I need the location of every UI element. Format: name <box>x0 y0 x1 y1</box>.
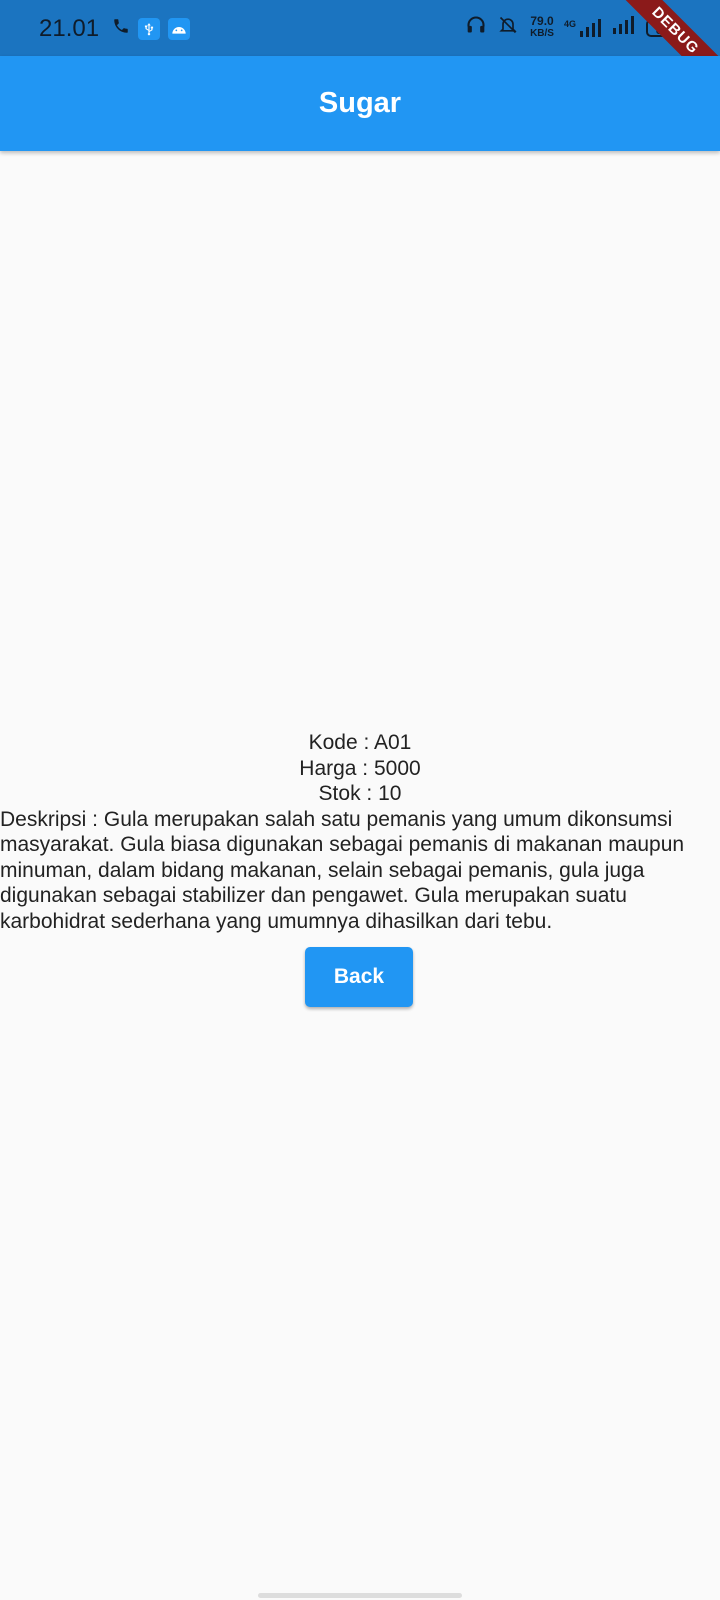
phone-icon <box>112 17 130 40</box>
net-speed-unit: KB/S <box>530 28 554 39</box>
page-title: Sugar <box>318 87 402 119</box>
notification-icons <box>112 17 190 40</box>
headphones-icon <box>466 15 486 40</box>
deskripsi-text: Deskripsi : Gula merupakan salah satu pe… <box>0 807 720 935</box>
stok-line: Stok : 10 <box>0 781 720 807</box>
harga-label: Harga : <box>299 756 374 780</box>
stok-value: 10 <box>378 782 402 805</box>
net-speed: 79.0 KB/S <box>530 14 554 39</box>
kode-value: A01 <box>374 731 412 754</box>
harga-line: Harga : 5000 <box>0 756 720 782</box>
product-detail: Kode : A01 Harga : 5000 Stok : 10 Deskri… <box>0 730 720 934</box>
signal-icon <box>612 16 636 39</box>
usb-icon <box>138 17 160 40</box>
kode-label: Kode : <box>308 731 374 754</box>
back-button[interactable]: Back <box>305 947 413 1007</box>
harga-value: 5000 <box>373 756 421 780</box>
net-speed-value: 79.0 <box>530 14 554 28</box>
deskripsi-label: Deskripsi : <box>0 807 104 831</box>
app-bar: Sugar <box>0 56 720 151</box>
status-bar: 21.01 79.0 KB/S 4G 87 DEBUG <box>0 0 720 94</box>
signal-icon: 4G <box>563 18 602 37</box>
status-time: 21.01 <box>39 15 100 42</box>
kode-line: Kode : A01 <box>0 730 720 756</box>
stok-label: Stok : <box>318 782 379 805</box>
android-icon <box>168 17 190 40</box>
mute-icon <box>496 15 520 40</box>
home-indicator[interactable] <box>258 1593 462 1598</box>
network-type: 4G <box>563 18 576 29</box>
